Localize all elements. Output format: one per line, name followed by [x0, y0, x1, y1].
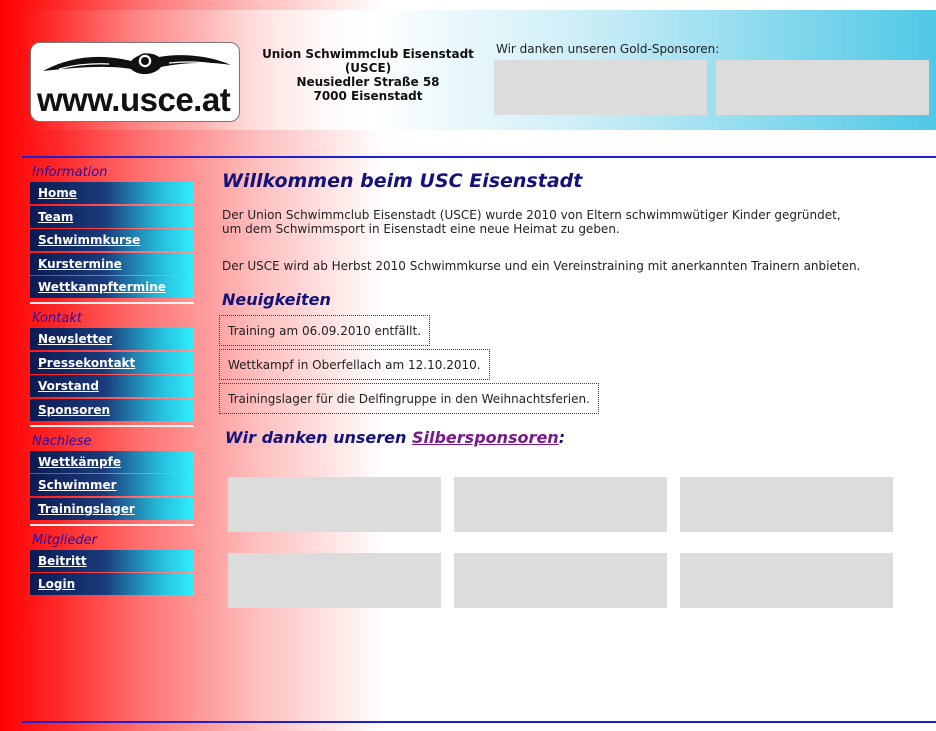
- nav-item-sponsoren[interactable]: Sponsoren: [30, 398, 194, 421]
- nav-item-schwimmer[interactable]: Schwimmer: [30, 474, 194, 496]
- nav-item-wettkaempfe[interactable]: Wettkämpfe: [30, 450, 194, 473]
- silver-heading-prefix: Wir danken unseren: [225, 428, 412, 447]
- nav-item-wettkampftermine[interactable]: Wettkampftermine: [30, 276, 194, 298]
- sidebar-nav: Information Home Team Schwimmkurse Kurst…: [30, 164, 194, 597]
- swimmer-icon: [43, 53, 231, 75]
- nav-heading-mitglieder: Mitglieder: [32, 532, 97, 548]
- nav-heading-information: Information: [32, 165, 108, 180]
- silver-sponsor-slot[interactable]: [454, 553, 667, 608]
- silver-sponsor-slot[interactable]: [228, 553, 441, 608]
- nav-heading-nachlese: Nachlese: [32, 433, 92, 449]
- nav-item-team[interactable]: Team: [30, 205, 194, 228]
- silver-sponsor-slot[interactable]: [680, 553, 893, 608]
- nav-item-home[interactable]: Home: [30, 182, 194, 204]
- address-line: Union Schwimmclub Eisenstadt: [262, 47, 474, 61]
- nav-item-beitritt[interactable]: Beitritt: [30, 549, 194, 572]
- page-title: Willkommen beim USC Eisenstadt: [222, 170, 583, 192]
- silver-sponsors-heading: Wir danken unseren Silbersponsoren:: [225, 428, 565, 447]
- nav-item-pressekontakt[interactable]: Pressekontakt: [30, 351, 194, 374]
- silver-sponsors-link[interactable]: Silbersponsoren: [412, 428, 559, 447]
- site-logo[interactable]: www.usce.at: [30, 42, 240, 122]
- silver-heading-suffix: :: [558, 428, 566, 447]
- logo-text: www.usce.at: [37, 81, 231, 118]
- intro-line: Der Union Schwimmclub Eisenstadt (USCE) …: [222, 208, 841, 222]
- intro-line: um dem Schwimmsport in Eisenstadt eine n…: [222, 222, 620, 236]
- address-line: 7000 Eisenstadt: [313, 89, 423, 103]
- nav-divider: [30, 424, 194, 427]
- header-divider: [22, 156, 936, 158]
- news-heading: Neuigkeiten: [222, 290, 331, 309]
- address-line: (USCE): [344, 61, 392, 75]
- intro-paragraph: Der Union Schwimmclub Eisenstadt (USCE) …: [222, 208, 922, 236]
- news-item: Trainingslager für die Delfingruppe in d…: [219, 383, 599, 414]
- nav-item-vorstand[interactable]: Vorstand: [30, 375, 194, 397]
- address-line: Neusiedler Straße 58: [296, 75, 440, 89]
- silver-sponsor-slot[interactable]: [454, 477, 667, 532]
- nav-item-schwimmkurse[interactable]: Schwimmkurse: [30, 229, 194, 251]
- news-item: Training am 06.09.2010 entfällt.: [219, 315, 431, 346]
- nav-divider: [30, 523, 194, 526]
- nav-heading-kontakt: Kontakt: [32, 311, 82, 326]
- gold-sponsor-slot[interactable]: [716, 60, 929, 115]
- club-address: Union Schwimmclub Eisenstadt (USCE) Neus…: [252, 47, 484, 103]
- gold-sponsors-title: Wir danken unseren Gold-Sponsoren:: [496, 42, 720, 56]
- nav-item-kurstermine[interactable]: Kurstermine: [30, 252, 194, 275]
- silver-sponsor-slot[interactable]: [228, 477, 441, 532]
- nav-item-newsletter[interactable]: Newsletter: [30, 328, 194, 350]
- news-item: Wettkampf in Oberfellach am 12.10.2010.: [219, 349, 490, 380]
- gold-sponsor-slot[interactable]: [494, 60, 707, 115]
- nav-divider: [30, 302, 194, 304]
- intro-paragraph-2: Der USCE wird ab Herbst 2010 Schwimmkurs…: [222, 259, 861, 273]
- silver-sponsor-slot[interactable]: [680, 477, 893, 532]
- nav-item-login[interactable]: Login: [30, 573, 194, 595]
- footer-divider: [22, 721, 936, 723]
- nav-item-trainingslager[interactable]: Trainingslager: [30, 497, 194, 520]
